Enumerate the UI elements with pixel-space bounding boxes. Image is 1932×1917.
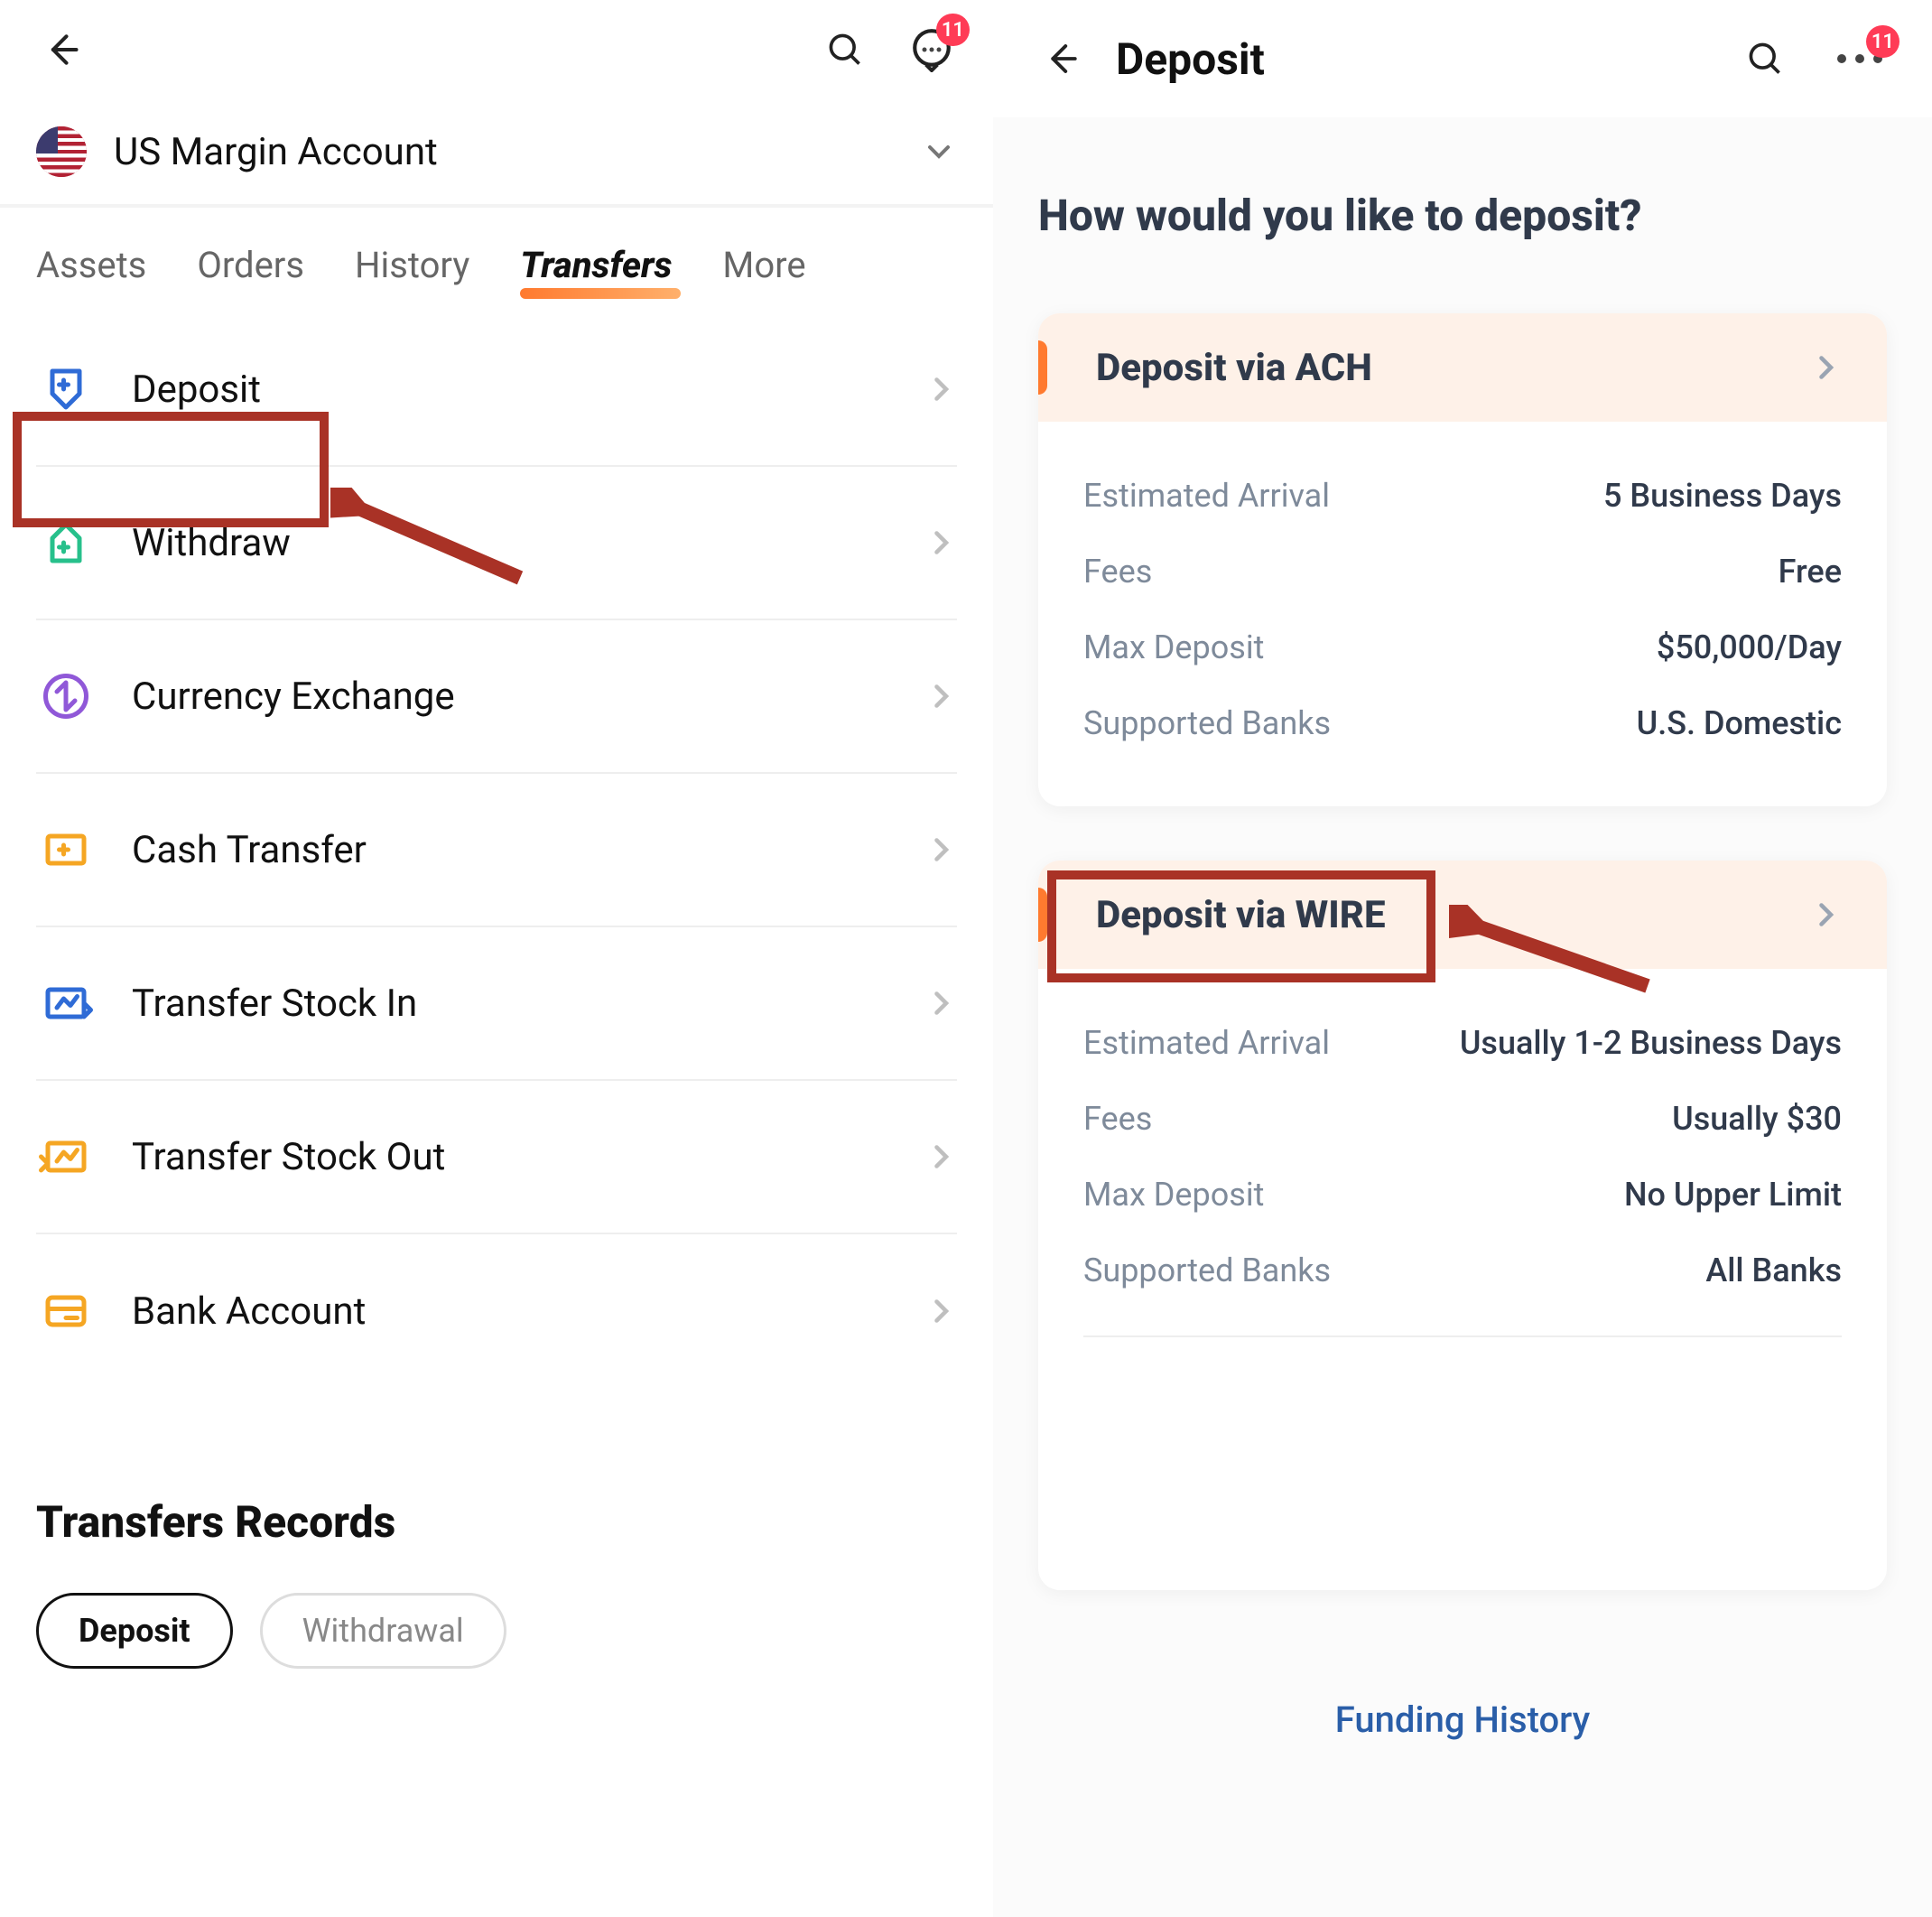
- tab-history[interactable]: History: [355, 244, 469, 286]
- back-button[interactable]: [36, 24, 87, 75]
- transfers-screen: 11 US Margin Account Assets Orders History…: [0, 0, 993, 1917]
- transfer-stock-out-icon: [36, 1127, 96, 1186]
- list-item-label: Bank Account: [132, 1289, 924, 1334]
- list-item-label: Deposit: [132, 368, 924, 412]
- deposit-option-title: Deposit via WIRE: [1096, 893, 1809, 937]
- transfer-stock-in-icon: [36, 973, 96, 1033]
- list-item-bank-account[interactable]: Bank Account: [36, 1234, 957, 1388]
- currency-exchange-icon: [36, 666, 96, 726]
- list-item-label: Currency Exchange: [132, 675, 924, 719]
- chevron-right-icon: [924, 987, 957, 1019]
- info-key: Max Deposit: [1083, 628, 1264, 666]
- tab-bar: Assets Orders History Transfers More: [0, 208, 993, 313]
- info-key: Estimated Arrival: [1083, 477, 1330, 515]
- info-row: Fees Usually $30: [1083, 1081, 1842, 1157]
- info-value: 5 Business Days: [1603, 477, 1842, 515]
- chevron-right-icon: [924, 526, 957, 559]
- info-row: Max Deposit No Upper Limit: [1083, 1157, 1842, 1233]
- search-button[interactable]: [820, 24, 870, 75]
- list-item-currency-exchange[interactable]: Currency Exchange: [36, 620, 957, 774]
- chip-deposit[interactable]: Deposit: [36, 1593, 233, 1669]
- info-key: Fees: [1083, 553, 1152, 591]
- transfers-header: 11: [0, 0, 993, 99]
- info-row: Supported Banks All Banks: [1083, 1233, 1842, 1308]
- cash-transfer-icon: [36, 820, 96, 879]
- info-value: No Upper Limit: [1624, 1176, 1842, 1214]
- chevron-right-icon: [1809, 351, 1842, 384]
- chevron-down-icon: [921, 134, 957, 170]
- info-value: Usually $30: [1672, 1100, 1842, 1138]
- chevron-right-icon: [924, 680, 957, 712]
- search-button[interactable]: [1742, 36, 1788, 81]
- info-key: Fees: [1083, 1100, 1152, 1138]
- tab-assets[interactable]: Assets: [36, 244, 146, 286]
- deposit-screen: Deposit 11 How would you like to deposit…: [993, 0, 1932, 1917]
- deposit-question: How would you like to deposit?: [993, 117, 1932, 295]
- info-row: Max Deposit $50,000/Day: [1083, 610, 1842, 685]
- list-item-transfer-stock-in[interactable]: Transfer Stock In: [36, 927, 957, 1081]
- records-filter-chips: Deposit Withdrawal: [0, 1593, 993, 1669]
- back-icon: [1042, 40, 1080, 78]
- deposit-option-body: Estimated Arrival Usually 1-2 Business Da…: [1038, 969, 1887, 1590]
- deposit-option-header[interactable]: Deposit via WIRE: [1038, 861, 1887, 969]
- list-item-transfer-stock-out[interactable]: Transfer Stock Out: [36, 1081, 957, 1234]
- tab-transfers[interactable]: Transfers: [520, 244, 672, 286]
- deposit-option-body: Estimated Arrival 5 Business Days Fees Free…: [1038, 422, 1887, 806]
- tab-more[interactable]: More: [722, 244, 805, 286]
- search-icon: [1745, 39, 1785, 79]
- funding-history-link[interactable]: Funding History: [993, 1644, 1932, 1795]
- info-row: Estimated Arrival 5 Business Days: [1083, 458, 1842, 534]
- info-key: Supported Banks: [1083, 704, 1331, 742]
- info-key: Estimated Arrival: [1083, 1024, 1330, 1062]
- chevron-right-icon: [1809, 898, 1842, 931]
- withdraw-icon: [36, 513, 96, 572]
- deposit-option-card-0: Deposit via ACH Estimated Arrival 5 Busine…: [1038, 313, 1887, 806]
- info-key: Supported Banks: [1083, 1252, 1331, 1289]
- list-item-label: Withdraw: [132, 521, 924, 565]
- info-row: Supported Banks U.S. Domestic: [1083, 685, 1842, 761]
- deposit-option-title: Deposit via ACH: [1096, 346, 1809, 390]
- list-item-label: Transfer Stock In: [132, 982, 924, 1026]
- info-row: Estimated Arrival Usually 1-2 Business Da…: [1083, 1005, 1842, 1081]
- info-value: $50,000/Day: [1657, 628, 1842, 666]
- info-value: Usually 1-2 Business Days: [1460, 1024, 1842, 1062]
- back-icon: [42, 30, 81, 70]
- list-item-deposit[interactable]: Deposit: [36, 313, 957, 467]
- info-value: Free: [1779, 553, 1842, 591]
- notification-badge: 11: [1866, 25, 1899, 58]
- list-item-label: Cash Transfer: [132, 828, 924, 872]
- info-key: Max Deposit: [1083, 1176, 1264, 1214]
- notification-badge: 11: [936, 14, 970, 46]
- chevron-right-icon: [924, 1140, 957, 1173]
- tab-orders[interactable]: Orders: [197, 244, 304, 286]
- chevron-right-icon: [924, 833, 957, 866]
- transfer-actions-list: Deposit Withdraw Currency Exchange Cash Tra…: [0, 313, 993, 1388]
- more-button[interactable]: 11: [1833, 36, 1887, 81]
- chip-withdrawal[interactable]: Withdrawal: [260, 1593, 506, 1669]
- deposit-option-header[interactable]: Deposit via ACH: [1038, 313, 1887, 422]
- account-name: US Margin Account: [114, 130, 921, 174]
- chevron-right-icon: [924, 1295, 957, 1327]
- list-item-cash-transfer[interactable]: Cash Transfer: [36, 774, 957, 927]
- list-item-label: Transfer Stock Out: [132, 1135, 924, 1179]
- back-button[interactable]: [1038, 36, 1083, 81]
- deposit-icon: [36, 359, 96, 419]
- page-title: Deposit: [1116, 33, 1742, 85]
- deposit-header: Deposit 11: [993, 0, 1932, 117]
- info-value: U.S. Domestic: [1637, 704, 1842, 742]
- divider: [1083, 1335, 1842, 1337]
- account-selector[interactable]: US Margin Account: [0, 99, 993, 208]
- us-flag-icon: [36, 126, 87, 177]
- info-row: Fees Free: [1083, 534, 1842, 610]
- list-item-withdraw[interactable]: Withdraw: [36, 467, 957, 620]
- bank-account-icon: [36, 1281, 96, 1341]
- transfers-records-title: Transfers Records: [0, 1388, 993, 1593]
- info-value: All Banks: [1705, 1252, 1842, 1289]
- deposit-option-card-1: Deposit via WIRE Estimated Arrival Usually…: [1038, 861, 1887, 1590]
- search-icon: [825, 30, 865, 70]
- chat-button[interactable]: 11: [906, 24, 957, 75]
- chevron-right-icon: [924, 373, 957, 405]
